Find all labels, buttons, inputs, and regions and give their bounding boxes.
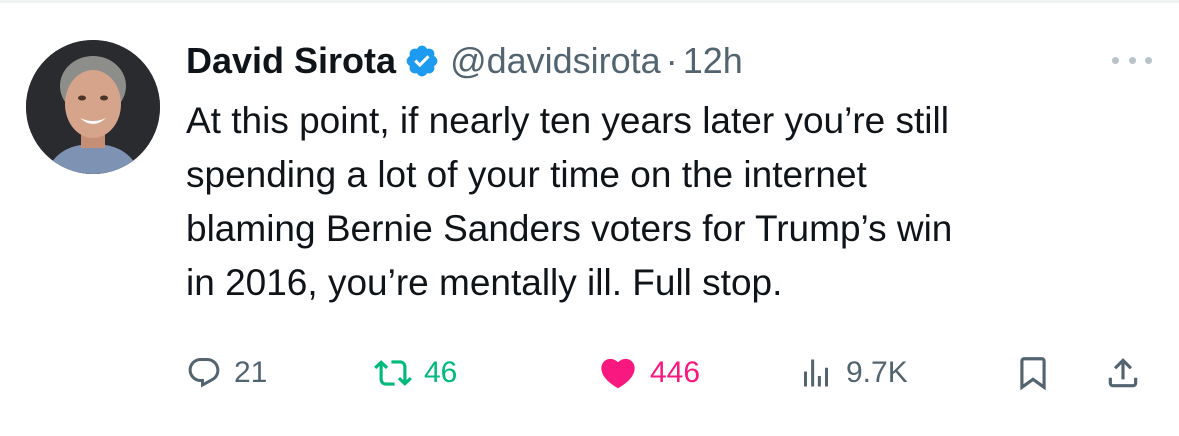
repost-count: 46 [424, 356, 458, 389]
avatar[interactable] [26, 40, 160, 174]
tweet-text-line: At this point, if nearly ten years later… [186, 100, 949, 141]
like-button[interactable]: 446 [598, 348, 700, 398]
author-handle[interactable]: @davidsirota [450, 40, 661, 82]
avatar-image [26, 40, 160, 174]
share-icon [1104, 354, 1142, 392]
tweet-header: David Sirota @davidsirota · 12h [186, 36, 743, 86]
repost-button[interactable]: 46 [374, 348, 457, 398]
reply-icon [186, 355, 222, 391]
repost-icon [374, 354, 412, 392]
more-dot [1145, 56, 1152, 64]
more-options-icon[interactable] [1112, 50, 1152, 70]
bookmark-button[interactable] [1014, 348, 1052, 398]
like-count: 446 [650, 356, 701, 389]
tweet-text-line: spending a lot of your time on the inter… [186, 154, 867, 195]
tweet-text-line: in 2016, you’re mentally ill. Full stop. [186, 262, 783, 303]
more-dot [1128, 56, 1136, 64]
views-button[interactable]: 9.7K [798, 348, 908, 398]
reply-button[interactable]: 21 [186, 348, 267, 398]
views-chart-icon [798, 355, 834, 391]
tweet-text-line: blaming Bernie Sanders voters for Trump’… [186, 208, 953, 249]
more-dot [1112, 56, 1119, 64]
tweet-actions-bar: 21 46 446 9.7K [186, 348, 1146, 398]
tweet-timestamp[interactable]: 12h [683, 40, 743, 82]
share-button[interactable] [1104, 348, 1142, 398]
views-count: 9.7K [846, 356, 908, 389]
top-divider [0, 0, 1179, 3]
reply-count: 21 [234, 356, 268, 389]
bookmark-icon [1014, 354, 1052, 392]
author-display-name[interactable]: David Sirota [186, 40, 396, 82]
tweet-text: At this point, if nearly ten years later… [186, 94, 1146, 310]
header-separator: · [665, 40, 678, 81]
verified-badge-icon [404, 43, 440, 79]
heart-icon [598, 353, 638, 393]
